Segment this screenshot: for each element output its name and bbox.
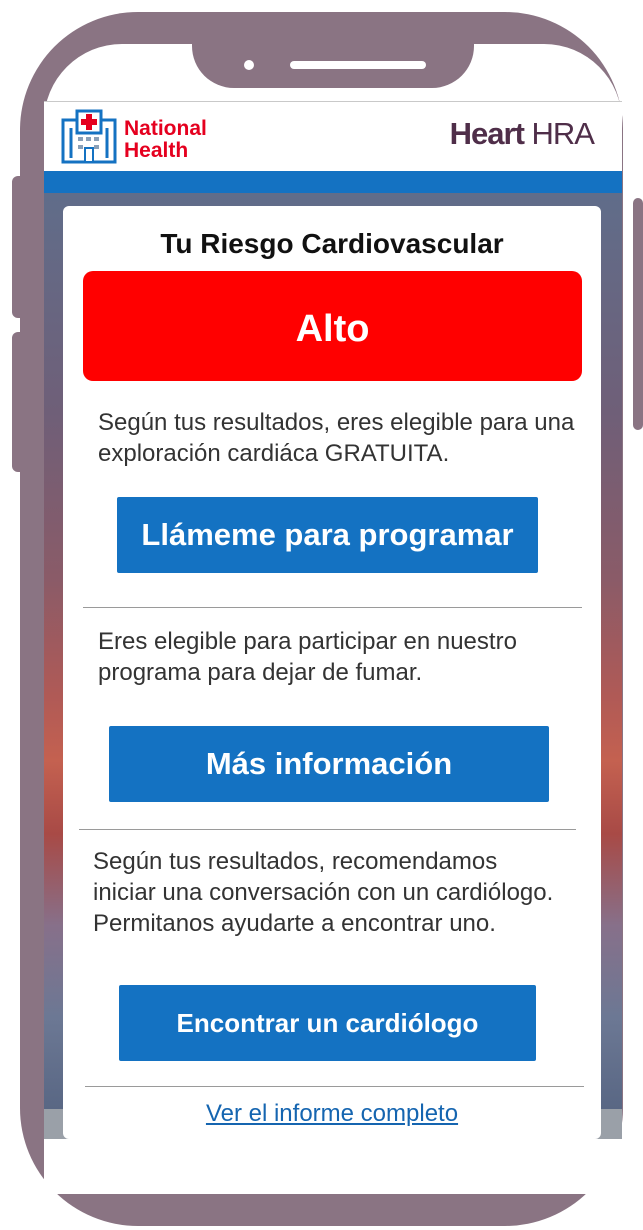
screen-bottom (44, 1139, 622, 1194)
find-cardiologist-button[interactable]: Encontrar un cardiólogo (119, 985, 536, 1061)
app-header: National Health Heart HRA (44, 101, 622, 172)
app-title-rest: HRA (523, 116, 595, 151)
page-title: Tu Riesgo Cardiovascular (160, 228, 504, 259)
hospital-icon (61, 109, 117, 164)
volume-down-button (12, 332, 28, 472)
power-button (633, 198, 643, 430)
brand-line-1: National (124, 117, 207, 140)
full-report-link[interactable]: Ver el informe completo (63, 1100, 601, 1128)
speaker-bar (290, 61, 426, 69)
app-title: Heart HRA (449, 116, 595, 152)
camera-dot (244, 60, 254, 70)
screening-text: Según tus resultados, eres elegible para… (98, 409, 575, 467)
app-title-bold: Heart (449, 116, 525, 151)
cardiologist-text: Según tus resultados, recomendamos inici… (93, 848, 554, 937)
volume-up-button (12, 176, 28, 318)
brand-line-2: Health (124, 139, 189, 162)
smoking-program-text: Eres elegible para participar en nuestro… (98, 628, 517, 686)
divider (85, 1086, 584, 1087)
schedule-call-button[interactable]: Llámeme para programar (117, 497, 538, 573)
header-strip (44, 171, 622, 193)
results-card: Tu Riesgo Cardiovascular Alto Según tus … (63, 206, 601, 1139)
divider (79, 829, 576, 830)
risk-level-badge: Alto (83, 271, 582, 381)
phone-notch (192, 44, 474, 88)
brand-name: National Health (124, 118, 207, 162)
more-info-button[interactable]: Más información (109, 726, 549, 802)
divider (83, 607, 582, 608)
